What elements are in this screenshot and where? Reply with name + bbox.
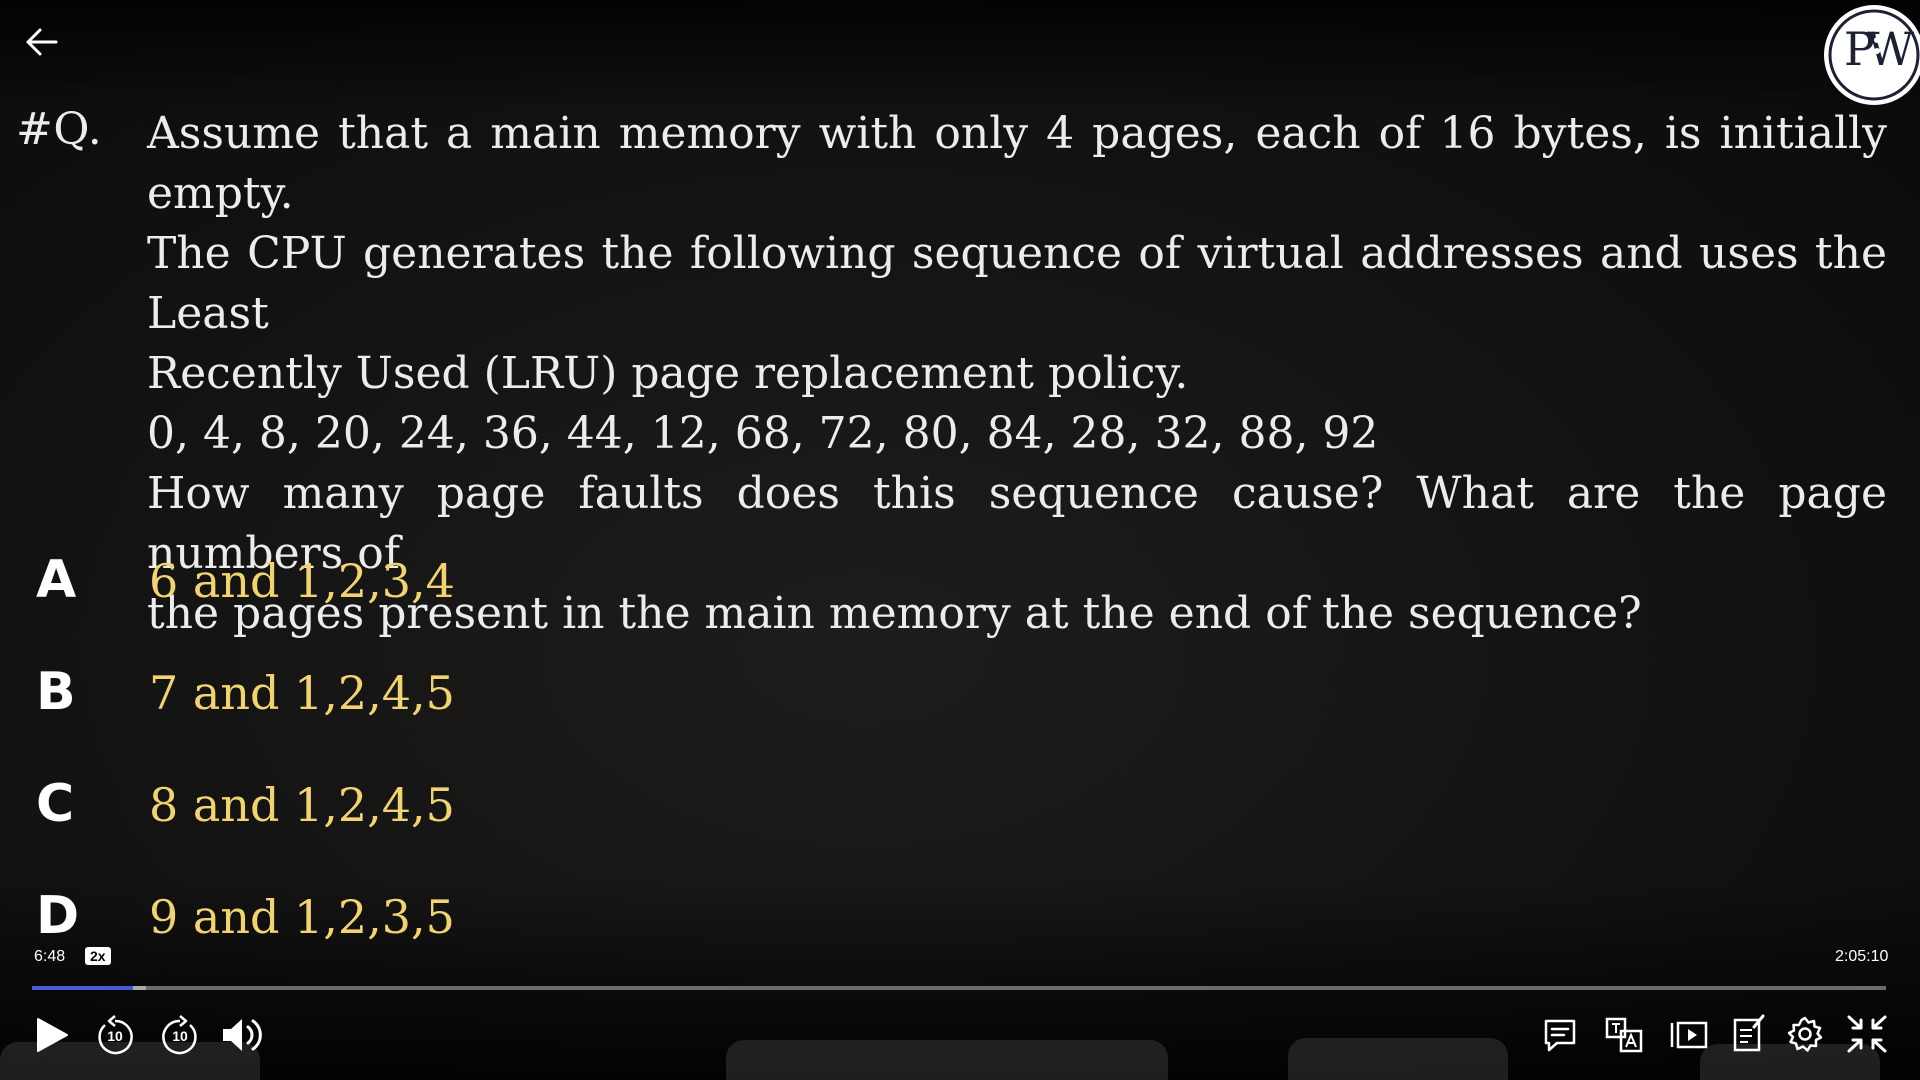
exit-fullscreen-button[interactable] [1845, 1014, 1889, 1054]
option-a-letter: A [36, 550, 77, 610]
settings-button[interactable] [1786, 1015, 1824, 1053]
kebab-dot-icon [1874, 48, 1880, 54]
notes-edit-icon [1733, 1014, 1765, 1052]
mini-player-icon [1670, 1021, 1708, 1049]
question-line: The CPU generates the following sequence… [147, 228, 1887, 339]
kebab-dot-icon [1874, 26, 1880, 32]
play-button[interactable] [34, 1016, 70, 1054]
option-d-text: 9 and 1,2,3,5 [149, 890, 455, 944]
rewind-10-button[interactable]: 10 [95, 1013, 135, 1057]
more-options-button[interactable] [1870, 26, 1884, 60]
translate-button[interactable] [1604, 1016, 1644, 1054]
arrow-left-icon [26, 28, 58, 56]
pw-logo: PW [1812, 0, 1920, 110]
question-line: Assume that a main memory with only 4 pa… [147, 108, 1887, 219]
volume-button[interactable] [220, 1015, 266, 1055]
back-button[interactable] [22, 22, 62, 62]
option-c-letter: C [36, 774, 75, 834]
gear-icon [1787, 1016, 1823, 1052]
option-c-text: 8 and 1,2,4,5 [149, 778, 455, 832]
volume-icon [223, 1019, 262, 1051]
exit-fullscreen-icon [1847, 1015, 1887, 1053]
address-sequence: 0, 4, 8, 20, 24, 36, 44, 12, 68, 72, 80,… [147, 408, 1379, 459]
question-line: Recently Used (LRU) page replacement pol… [147, 348, 1189, 399]
question-number: #Q. [16, 104, 103, 155]
rewind-10-label: 10 [107, 1028, 123, 1044]
total-duration: 2:05:10 [1835, 948, 1889, 965]
option-d-letter: D [36, 886, 80, 946]
kebab-dot-icon [1874, 37, 1880, 43]
option-a-text: 6 and 1,2,3,4 [149, 554, 455, 608]
current-time: 6:48 [34, 948, 66, 965]
notes-button[interactable] [1732, 1013, 1766, 1053]
forward-10-button[interactable]: 10 [160, 1013, 200, 1057]
forward-10-label: 10 [172, 1028, 188, 1044]
chat-icon [1544, 1019, 1576, 1052]
progress-played [32, 986, 133, 990]
translate-icon [1605, 1017, 1643, 1053]
option-b-text: 7 and 1,2,4,5 [149, 666, 455, 720]
toolbar-ghost-center [726, 1040, 1168, 1080]
progress-bar[interactable] [32, 986, 1886, 990]
toolbar-ghost-right [1288, 1038, 1508, 1080]
playback-speed-badge[interactable]: 2x [85, 947, 111, 965]
option-b-letter: B [36, 662, 76, 722]
video-player[interactable]: PW #Q. Assume that a main memory with on… [0, 0, 1920, 1080]
play-icon [37, 1018, 68, 1052]
chat-button[interactable] [1541, 1016, 1579, 1054]
picture-in-picture-button[interactable] [1669, 1019, 1709, 1051]
top-gradient [0, 0, 1920, 110]
